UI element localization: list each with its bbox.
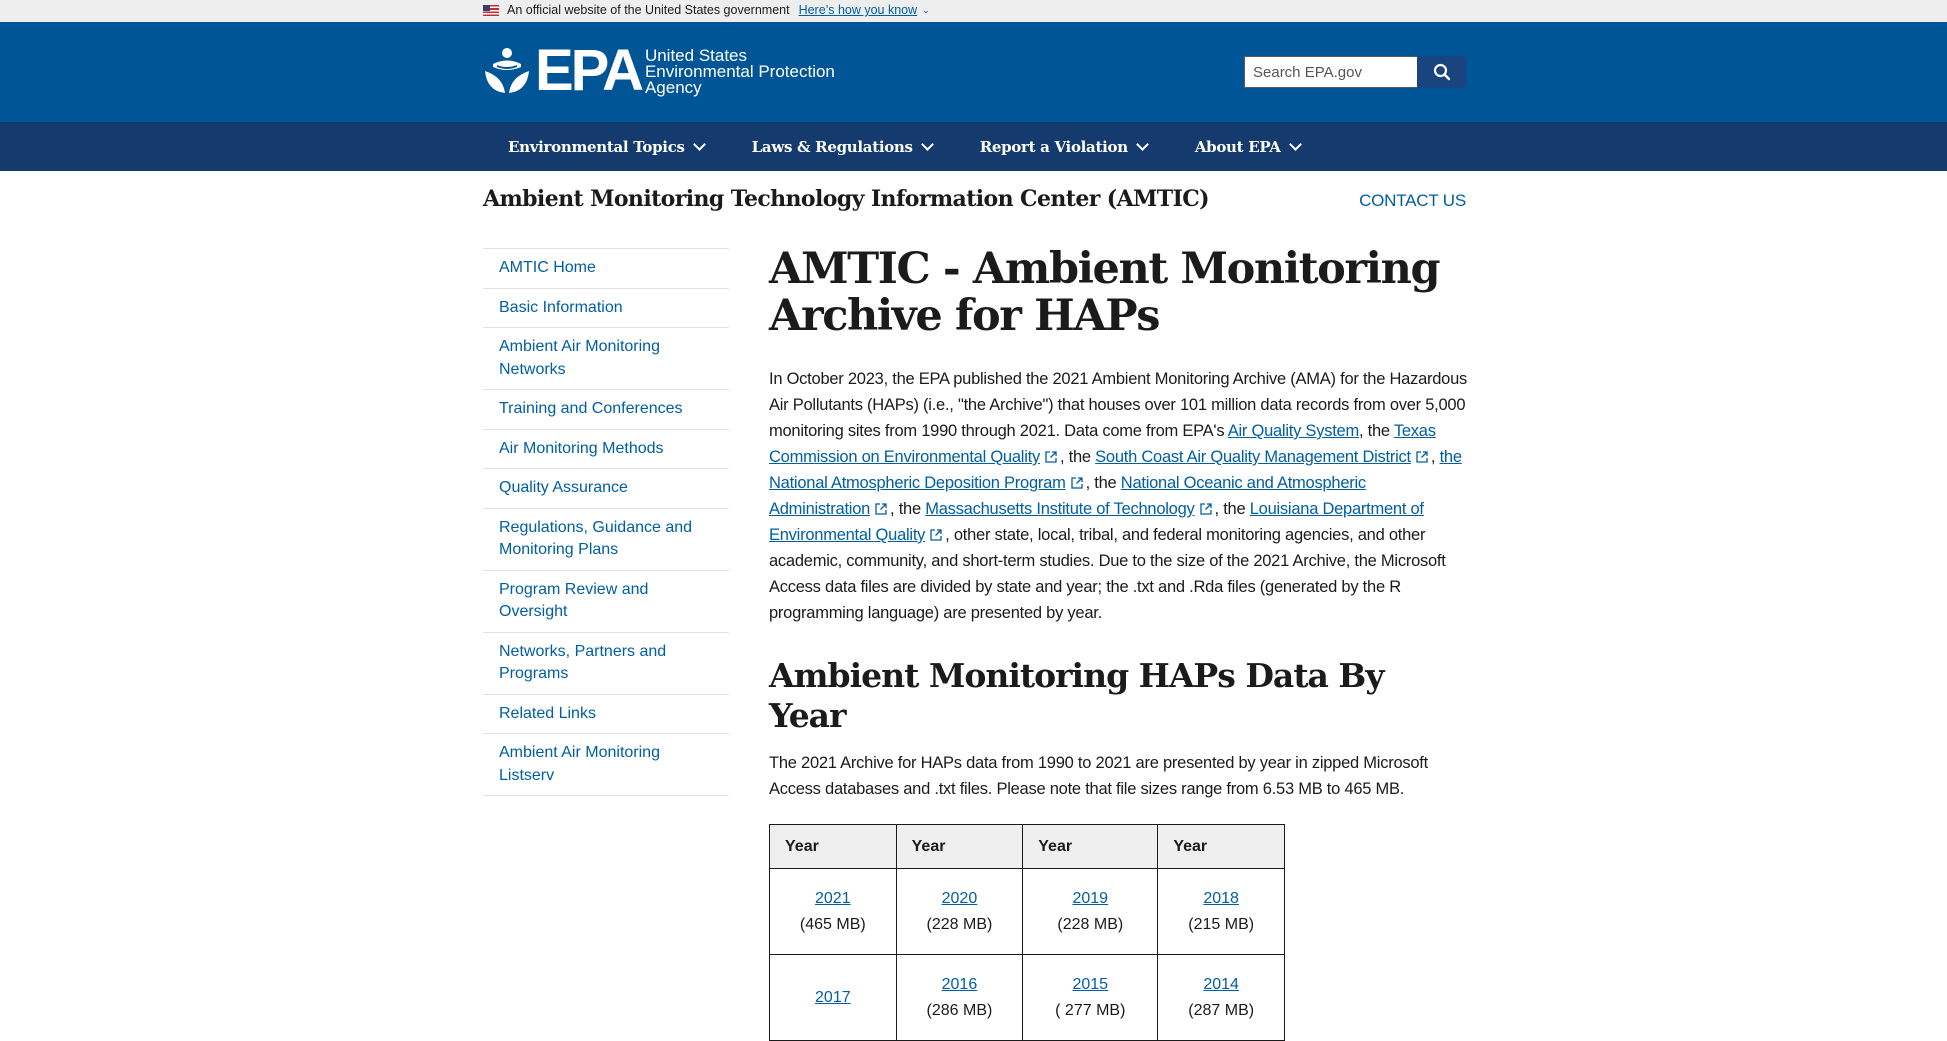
- file-size: (286 MB): [926, 1001, 993, 1019]
- year-link[interactable]: 2019: [1057, 886, 1123, 912]
- intro-paragraph: In October 2023, the EPA published the 2…: [769, 366, 1469, 626]
- page-title: AMTIC - Ambient Monitoring Archive for H…: [769, 244, 1441, 341]
- column-header: Year: [1157, 824, 1285, 869]
- sidebar-item-ambient-air-monitoring-networks[interactable]: Ambient Air Monitoring Networks: [483, 328, 729, 390]
- epa-flower-icon: [485, 48, 529, 93]
- gov-banner-text: An official website of the United States…: [507, 3, 790, 17]
- intro-text: , the: [890, 500, 926, 518]
- table-header-row: Year Year Year Year: [769, 824, 1285, 869]
- agency-name: United States Environmental Protection A…: [644, 47, 835, 97]
- table-cell: 2016 (286 MB): [895, 954, 1024, 1041]
- intro-text: , the: [1358, 422, 1394, 440]
- link-mit[interactable]: Massachusetts Institute of Technology: [925, 500, 1195, 518]
- year-link[interactable]: 2015: [1055, 972, 1125, 998]
- table-row: 2021 (465 MB) 2020 (228 MB) 2019 (228 MB) 2…: [769, 868, 1285, 955]
- main-nav: Environmental Topics Laws & Regulations …: [0, 122, 1947, 171]
- link-south-coast-aqmd[interactable]: South Coast Air Quality Management Distr…: [1095, 448, 1411, 466]
- nav-label: Laws & Regulations: [751, 137, 913, 156]
- sidebar-item-program-review[interactable]: Program Review and Oversight: [483, 571, 729, 633]
- nav-label: Report a Violation: [979, 137, 1128, 156]
- how-you-know-link[interactable]: Here’s how you know: [799, 3, 918, 17]
- external-link-icon: [930, 529, 942, 541]
- table-cell: 2019 (228 MB): [1022, 868, 1159, 955]
- year-link[interactable]: 2014: [1188, 972, 1254, 998]
- nav-environmental-topics[interactable]: Environmental Topics: [483, 138, 728, 156]
- file-size: (228 MB): [926, 915, 993, 933]
- table-cell: 2021 (465 MB): [769, 868, 897, 955]
- intro-text: ,: [1430, 448, 1440, 466]
- intro-text: , the: [1085, 474, 1121, 492]
- us-flag-icon: [483, 4, 499, 16]
- search-button[interactable]: [1417, 56, 1466, 88]
- table-cell: 2018 (215 MB): [1157, 868, 1285, 955]
- column-header: Year: [895, 824, 1024, 869]
- nav-label: About EPA: [1194, 137, 1281, 156]
- sidebar-nav: AMTIC Home Basic Information Ambient Air…: [483, 248, 729, 796]
- year-link[interactable]: 2016: [927, 972, 993, 998]
- sidebar-item-regulations-guidance[interactable]: Regulations, Guidance and Monitoring Pla…: [483, 509, 729, 571]
- table-row: 2017 2016 (286 MB) 2015 ( 277 MB) 2014 (287…: [769, 954, 1285, 1041]
- nav-about-epa[interactable]: About EPA: [1171, 138, 1324, 156]
- nav-label: Environmental Topics: [508, 137, 685, 156]
- sidebar-item-basic-information[interactable]: Basic Information: [483, 289, 729, 328]
- year-link[interactable]: 2021: [800, 886, 866, 912]
- year-link[interactable]: 2018: [1188, 886, 1254, 912]
- chevron-down-icon: [1288, 137, 1302, 151]
- column-header: Year: [769, 824, 897, 869]
- chevron-down-icon: [692, 137, 706, 151]
- section-text: The 2021 Archive for HAPs data from 1990…: [769, 754, 1428, 798]
- file-size: (215 MB): [1188, 915, 1255, 933]
- site-header: EPA United States Environmental Protecti…: [0, 22, 1947, 122]
- search-icon: [1433, 63, 1450, 81]
- sidebar-item-listserv[interactable]: Ambient Air Monitoring Listserv: [483, 734, 729, 796]
- data-by-year-table: Year Year Year Year 2021 (465 MB) 2020 (22…: [769, 824, 1285, 1041]
- table-cell: 2015 ( 277 MB): [1022, 954, 1159, 1041]
- main-content: AMTIC - Ambient Monitoring Archive for H…: [769, 246, 1469, 1041]
- table-cell: 2017: [769, 954, 897, 1041]
- section-title: Ambient Monitoring HAPs Data By Year: [769, 656, 1385, 735]
- gov-banner: An official website of the United States…: [0, 0, 1947, 22]
- column-header: Year: [1022, 824, 1159, 869]
- contact-us-link[interactable]: CONTACT US: [1359, 191, 1466, 211]
- external-link-icon: [1045, 451, 1057, 463]
- sidebar-item-related-links[interactable]: Related Links: [483, 695, 729, 734]
- external-link-icon: [1070, 477, 1083, 489]
- file-size: (287 MB): [1188, 1001, 1255, 1019]
- sidebar-item-training-conferences[interactable]: Training and Conferences: [483, 390, 729, 430]
- year-link[interactable]: 2020: [927, 886, 993, 912]
- search-form: [1244, 56, 1466, 88]
- nav-laws-regulations[interactable]: Laws & Regulations: [728, 138, 956, 156]
- external-link-icon: [1199, 503, 1212, 515]
- epa-logo[interactable]: EPA United States Environmental Protecti…: [483, 38, 835, 103]
- year-link[interactable]: 2017: [815, 985, 851, 1011]
- microsite-title[interactable]: Ambient Monitoring Technology Informatio…: [483, 186, 1210, 212]
- file-size: (465 MB): [799, 915, 866, 933]
- link-air-quality-system[interactable]: Air Quality System: [1228, 422, 1359, 440]
- external-link-icon: [875, 503, 887, 515]
- table-cell: 2020 (228 MB): [895, 868, 1024, 955]
- intro-text: , the: [1059, 448, 1096, 466]
- file-size: ( 277 MB): [1055, 1001, 1126, 1019]
- sidebar-item-quality-assurance[interactable]: Quality Assurance: [483, 469, 729, 509]
- chevron-down-icon[interactable]: ⌄: [922, 5, 930, 16]
- intro-text: , the: [1214, 500, 1250, 518]
- sidebar-item-networks-partners[interactable]: Networks, Partners and Programs: [483, 633, 729, 695]
- nav-report-violation[interactable]: Report a Violation: [956, 138, 1171, 156]
- agency-line-3: Agency: [644, 78, 702, 97]
- chevron-down-icon: [920, 137, 934, 151]
- sidebar-item-amtic-home[interactable]: AMTIC Home: [483, 249, 729, 289]
- search-input[interactable]: [1244, 56, 1417, 88]
- sidebar-item-air-monitoring-methods[interactable]: Air Monitoring Methods: [483, 430, 729, 469]
- file-size: (228 MB): [1057, 915, 1124, 933]
- table-cell: 2014 (287 MB): [1157, 954, 1285, 1041]
- epa-logo-abbr: EPA: [535, 38, 644, 103]
- external-link-icon: [1416, 451, 1428, 463]
- chevron-down-icon: [1135, 137, 1149, 151]
